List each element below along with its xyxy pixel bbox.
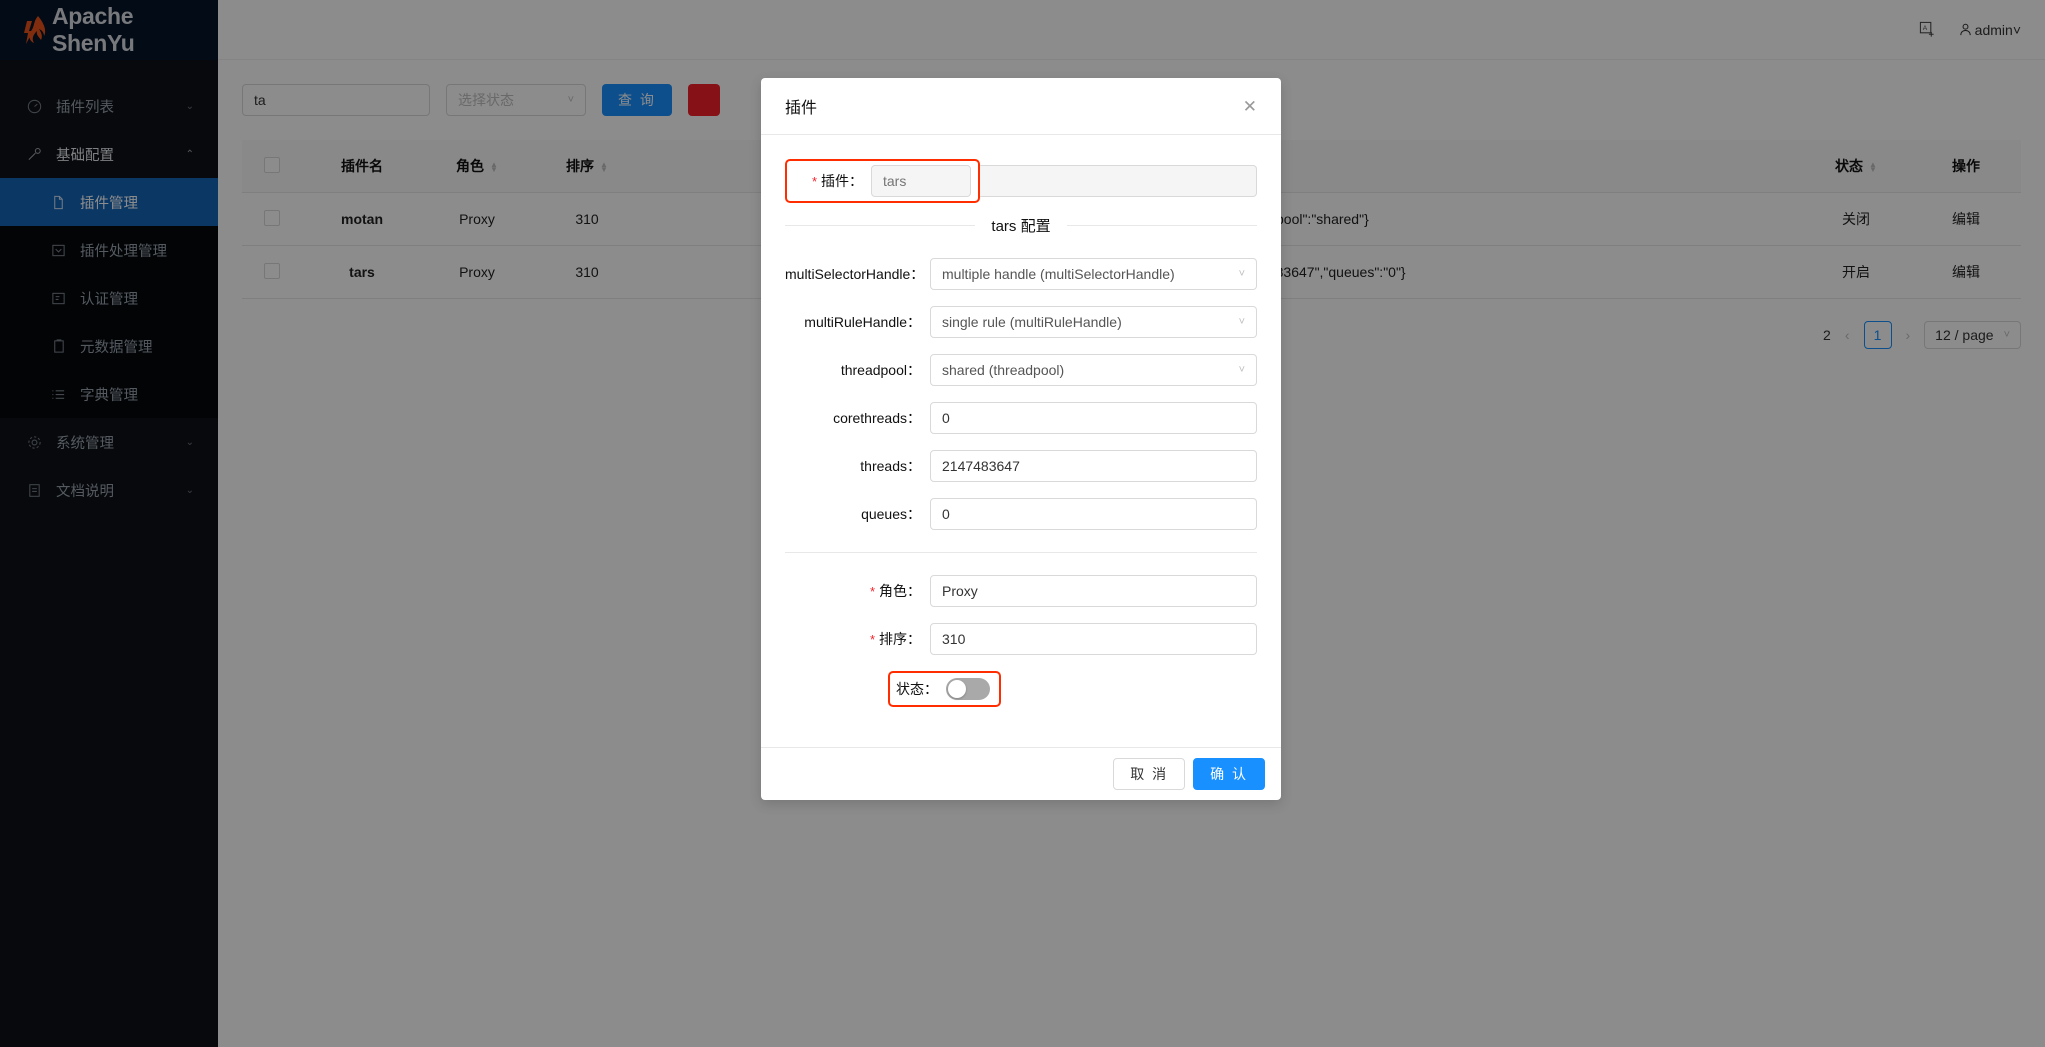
- modal-header: 插件 ✕: [761, 78, 1281, 135]
- field-control: [930, 402, 1257, 434]
- app-root: Apache ShenYu 插件列表 ⌄ 基础配置 ⌃: [0, 0, 2045, 1047]
- plugin-edit-modal: 插件 ✕ *插件： tars 配置: [761, 78, 1281, 800]
- field-row-multiSelectorHandle: multiSelectorHandle： multiple handle (mu…: [785, 258, 1257, 290]
- multiselectorhandle-select[interactable]: multiple handle (multiSelectorHandle) ˅: [930, 258, 1257, 290]
- select-value: multiple handle (multiSelectorHandle): [942, 266, 1175, 282]
- plugin-field-filler: [978, 165, 1257, 197]
- select-value: shared (threadpool): [942, 362, 1064, 378]
- plugin-input[interactable]: [871, 165, 971, 197]
- cancel-button[interactable]: 取 消: [1113, 758, 1185, 790]
- field-label: *排序：: [785, 629, 930, 649]
- field-label: threads：: [785, 456, 930, 476]
- threads-input[interactable]: [930, 450, 1257, 482]
- field-label: 状态：: [896, 679, 946, 699]
- multirulehandle-select[interactable]: single rule (multiRuleHandle) ˅: [930, 306, 1257, 338]
- select-value: single rule (multiRuleHandle): [942, 314, 1122, 330]
- field-label: queues：: [785, 504, 930, 524]
- threadpool-select[interactable]: shared (threadpool) ˅: [930, 354, 1257, 386]
- queues-input[interactable]: [930, 498, 1257, 530]
- field-label: multiSelectorHandle：: [785, 264, 930, 284]
- field-row-multiRuleHandle: multiRuleHandle： single rule (multiRuleH…: [785, 306, 1257, 338]
- field-row-role: *角色：: [785, 575, 1257, 607]
- chevron-down-icon: ˅: [1239, 316, 1245, 328]
- field-row-threads: threads：: [785, 450, 1257, 482]
- close-icon[interactable]: ✕: [1243, 98, 1257, 115]
- plugin-field-label: *插件：: [791, 171, 871, 191]
- field-label: corethreads：: [785, 408, 930, 428]
- role-input[interactable]: [930, 575, 1257, 607]
- field-row-threadpool: threadpool： shared (threadpool) ˅: [785, 354, 1257, 386]
- toggle-knob: [948, 680, 966, 698]
- required-marker: *: [870, 632, 875, 647]
- section-divider-label: tars 配置: [975, 215, 1066, 236]
- field-control: [930, 575, 1257, 607]
- field-label: threadpool：: [785, 360, 930, 380]
- status-field-highlight: 状态：: [888, 671, 1001, 707]
- field-control: [930, 450, 1257, 482]
- field-row-queues: queues：: [785, 498, 1257, 530]
- field-row-status: 状态：: [785, 671, 1257, 707]
- required-marker: *: [870, 584, 875, 599]
- plugin-field-control: [871, 165, 971, 197]
- field-label: *角色：: [785, 581, 930, 601]
- status-toggle[interactable]: [946, 678, 990, 700]
- divider-line-right: [1067, 225, 1257, 226]
- divider-line-left: [785, 225, 975, 226]
- required-marker: *: [812, 174, 817, 189]
- modal-body: *插件： tars 配置 multiSelectorHandle： multip: [761, 135, 1281, 747]
- plugin-field-highlight: *插件：: [785, 159, 980, 203]
- field-control: single rule (multiRuleHandle) ˅: [930, 306, 1257, 338]
- corethreads-input[interactable]: [930, 402, 1257, 434]
- chevron-down-icon: ˅: [1239, 364, 1245, 376]
- field-row-corethreads: corethreads：: [785, 402, 1257, 434]
- form-divider: [785, 552, 1257, 553]
- chevron-down-icon: ˅: [1239, 268, 1245, 280]
- section-divider: tars 配置: [785, 215, 1257, 236]
- confirm-button[interactable]: 确 认: [1193, 758, 1265, 790]
- sort-input[interactable]: [930, 623, 1257, 655]
- field-control: [930, 623, 1257, 655]
- field-row-sort: *排序：: [785, 623, 1257, 655]
- plugin-field-row: *插件：: [785, 159, 1257, 203]
- field-control: shared (threadpool) ˅: [930, 354, 1257, 386]
- modal-footer: 取 消 确 认: [761, 747, 1281, 800]
- field-control: [930, 498, 1257, 530]
- modal-title: 插件: [785, 94, 817, 118]
- field-label: multiRuleHandle：: [785, 312, 930, 332]
- field-control: multiple handle (multiSelectorHandle) ˅: [930, 258, 1257, 290]
